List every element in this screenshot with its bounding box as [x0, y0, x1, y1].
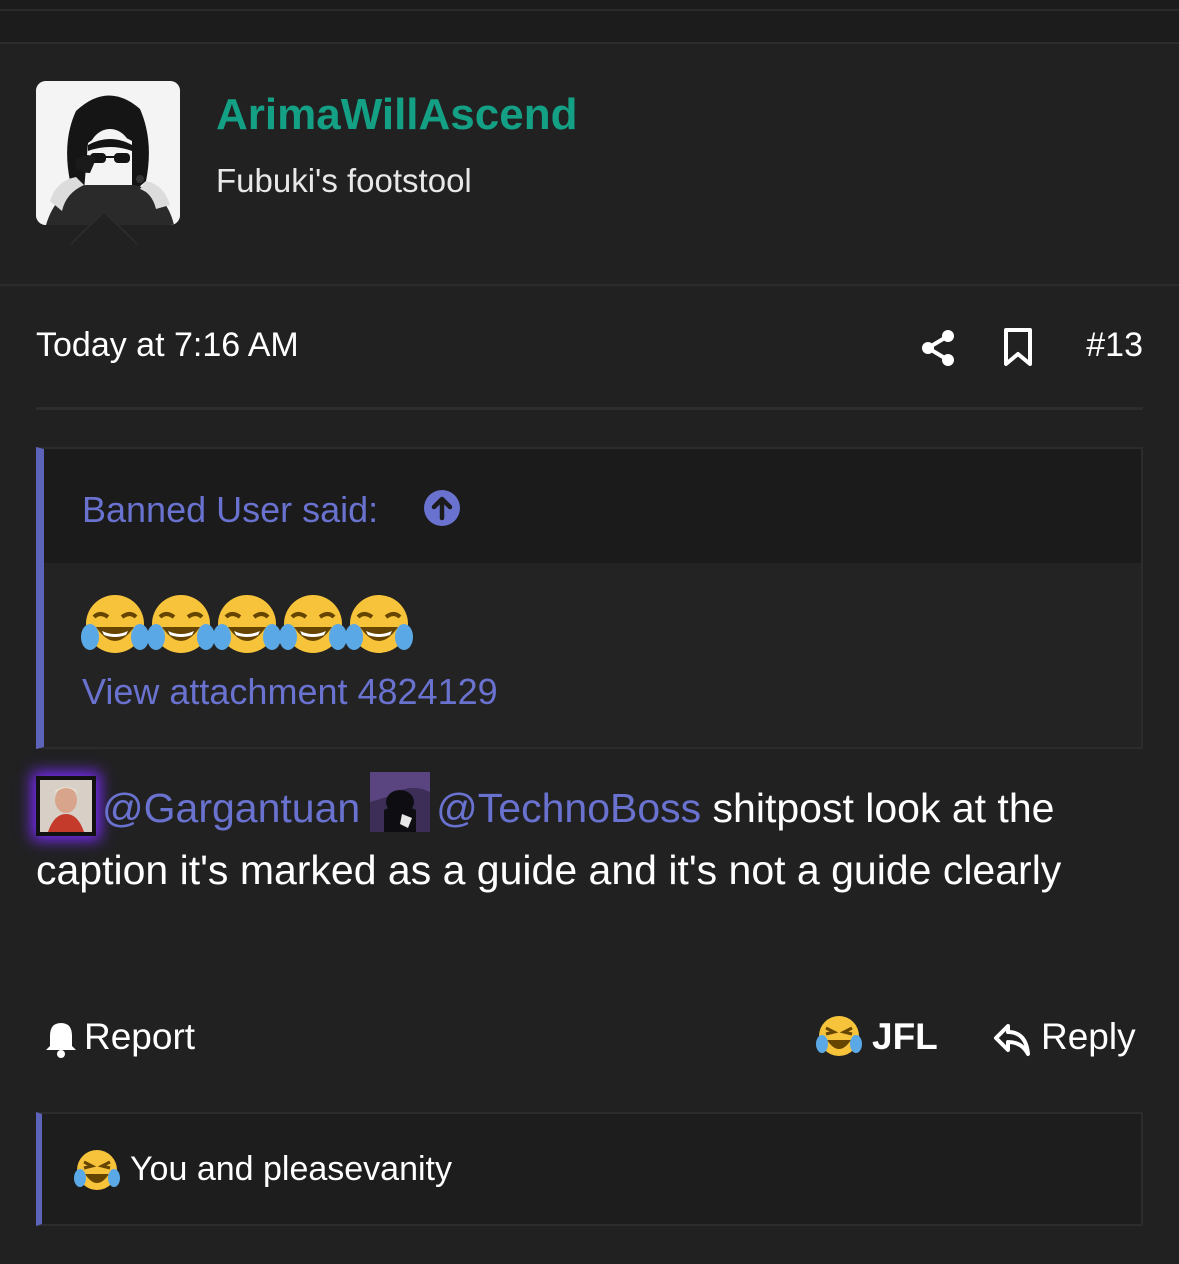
post-meta: Today at 7:16 AM #13 — [36, 326, 1143, 370]
quote-body: View attachment 4824129 — [44, 563, 1141, 747]
report-button[interactable]: Report — [84, 1016, 195, 1058]
quote-block: Banned User said: View attachment 482412… — [36, 447, 1143, 749]
quote-emoji-row — [80, 591, 413, 661]
user-avatar[interactable] — [36, 81, 180, 225]
bell-icon[interactable] — [44, 1020, 78, 1058]
post-actions: Report JFL Reply — [36, 1012, 1143, 1066]
reply-button[interactable]: Reply — [1041, 1016, 1136, 1058]
crying-laughing-icon — [74, 1150, 120, 1190]
reaction-button-jfl[interactable]: JFL — [872, 1016, 938, 1058]
user-header: ArimaWillAscend Fubuki's footstool — [0, 44, 1179, 286]
tears-of-joy-icon — [81, 595, 149, 653]
mention-gargantuan[interactable]: @Gargantuan — [102, 785, 360, 831]
mention-technoboss[interactable]: @TechnoBoss — [436, 785, 701, 831]
post-number[interactable]: #13 — [1086, 326, 1143, 365]
bookmark-icon[interactable] — [1000, 326, 1036, 370]
user-title: Fubuki's footstool — [216, 162, 472, 199]
post-timestamp[interactable]: Today at 7:16 AM — [36, 326, 299, 365]
meta-divider — [36, 407, 1143, 410]
attachment-link[interactable]: View attachment 4824129 — [82, 671, 498, 713]
mention-avatar-gargantuan[interactable] — [36, 776, 96, 836]
mention-avatar-technoboss[interactable] — [370, 772, 431, 832]
reactions-bar[interactable]: You and pleasevanity — [36, 1112, 1143, 1226]
share-icon[interactable] — [918, 326, 958, 370]
crying-laughing-icon[interactable] — [816, 1014, 862, 1060]
username[interactable]: ArimaWillAscend — [216, 90, 577, 140]
tears-of-joy-icon — [147, 595, 215, 653]
top-divider — [0, 9, 1179, 11]
tears-of-joy-icon — [213, 595, 281, 653]
reactions-summary[interactable]: You and pleasevanity — [130, 1150, 452, 1189]
post-message: @Gargantuan @TechnoBoss shitpost look at … — [36, 772, 1146, 901]
quote-author[interactable]: Banned User said: — [82, 489, 378, 531]
jump-to-quote-icon[interactable] — [423, 489, 461, 527]
reply-icon[interactable] — [992, 1020, 1032, 1058]
quote-header: Banned User said: — [44, 449, 1141, 563]
tears-of-joy-icon — [345, 595, 413, 653]
header-pointer-inner — [72, 213, 136, 244]
top-strip — [0, 0, 1179, 44]
tears-of-joy-icon — [279, 595, 347, 653]
